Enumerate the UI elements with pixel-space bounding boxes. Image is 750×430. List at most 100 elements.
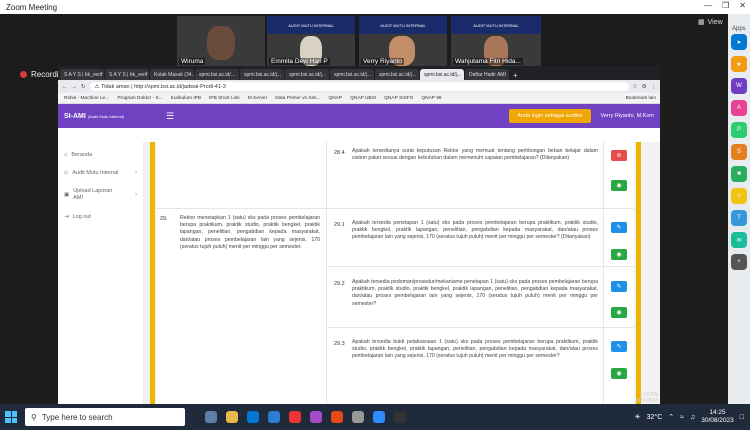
volume-icon[interactable]: ♫	[690, 414, 695, 421]
bookmarks-bar: Robis - Machine Le... Program Doktor - S…	[58, 93, 660, 104]
app-w-icon[interactable]: W	[731, 78, 747, 94]
chrome-icon[interactable]	[331, 411, 343, 423]
extensions-icon[interactable]: ⚙	[642, 84, 647, 90]
bookmark[interactable]: Robis - Machine Le...	[64, 96, 109, 101]
app-icon[interactable]	[352, 411, 364, 423]
browser-tab-active[interactable]: spmi.bsi.ac.id/j...	[420, 69, 464, 80]
sidebar-item-audit[interactable]: ◇ Audit Mutu Internal ›	[58, 164, 143, 182]
browser-tab[interactable]: S A Y S | bk_verif	[60, 69, 104, 80]
video-banner: AUDIT MUTU INTERNAL	[359, 16, 447, 34]
accent-bar-left	[150, 142, 155, 404]
item-text: Apakah tersedia pedoman/prosedur/mekanis…	[352, 279, 598, 307]
mail-icon[interactable]	[247, 411, 259, 423]
hamburger-icon[interactable]: ☰	[166, 111, 174, 122]
bookmark[interactable]: QNAP 98	[421, 96, 441, 101]
view-button-green[interactable]: ◉	[611, 307, 627, 318]
browser-tab[interactable]: spmi.bsi.ac.id/j...	[330, 69, 374, 80]
sidebar-item-upload[interactable]: ▣ Upload Laporan AMI ›	[58, 182, 143, 208]
screen-timestamp: 2:25 PM 8/30/2023	[636, 392, 659, 404]
bookmark[interactable]: QNAP UBSI	[350, 96, 376, 101]
notification-icon[interactable]: □	[740, 414, 744, 421]
apps-title: Apps	[732, 26, 746, 32]
edit-button[interactable]: ✎	[611, 281, 627, 292]
chevron-right-icon: ›	[135, 170, 137, 176]
star-icon[interactable]: ☆	[633, 84, 638, 90]
item-text: Apakah tersedianya surat keputusan Rekto…	[352, 148, 598, 162]
taskbar-apps	[205, 411, 406, 423]
minimize-icon[interactable]: —	[704, 1, 712, 10]
participant-video-3[interactable]: AUDIT MUTU INTERNAL Verry Riyanto	[359, 16, 447, 66]
view-label: View	[707, 18, 723, 26]
temperature[interactable]: 32°C	[647, 414, 663, 421]
browser-tab[interactable]: Daftar Hadir AMI	[465, 69, 509, 80]
browser-tab[interactable]: Kotak Masuk (34...	[150, 69, 194, 80]
bookmark-other[interactable]: Bookmark lain	[626, 96, 656, 101]
bookmark[interactable]: Program Doktor - S...	[117, 96, 162, 101]
browser-tab[interactable]: spmi.bsi.ac.id/j...	[285, 69, 329, 80]
bookmark[interactable]: QNAP SISFO	[384, 96, 413, 101]
sidebar-item-logout[interactable]: ⇥ Log out	[58, 208, 143, 226]
app-rewards-icon[interactable]: ★	[731, 56, 747, 72]
app-slash-icon[interactable]: S	[731, 144, 747, 160]
app-smile-icon[interactable]: ☺	[731, 188, 747, 204]
grid-icon: ▦	[698, 19, 705, 26]
delete-button[interactable]: ⊘	[611, 150, 627, 161]
app-icon[interactable]	[394, 411, 406, 423]
opera-icon[interactable]	[289, 411, 301, 423]
browser-tab[interactable]: spmi.bsi.ac.id/...	[195, 69, 239, 80]
add-app-icon[interactable]: +	[731, 254, 747, 270]
zoom-icon[interactable]	[373, 411, 385, 423]
view-button-green[interactable]: ◉	[611, 368, 627, 379]
bookmark[interactable]: Data Primer vs Sek...	[275, 96, 320, 101]
app-icon[interactable]	[310, 411, 322, 423]
bookmark[interactable]: QNAP	[329, 96, 343, 101]
new-tab-icon[interactable]: +	[513, 71, 518, 80]
app-chat-icon[interactable]: ✉	[731, 232, 747, 248]
app-green-icon[interactable]: ■	[731, 166, 747, 182]
view-button[interactable]: ▦ View	[698, 18, 723, 27]
app-ai-icon[interactable]: A	[731, 100, 747, 116]
windows-start-icon[interactable]	[5, 411, 17, 423]
reload-icon[interactable]: ↻	[81, 84, 86, 90]
edit-button[interactable]: ✎	[611, 341, 627, 352]
url-field[interactable]: ⚠ Tidak aman | http://spmi.bsi.ac.id/jad…	[89, 82, 629, 91]
item-number: 29.1	[334, 222, 345, 228]
app-arrow-icon[interactable]: ➤	[731, 34, 747, 50]
close-icon[interactable]: ✕	[739, 1, 746, 10]
brand-logo[interactable]: SI-AMI (Audit Mutu Internal)	[64, 113, 124, 120]
login-status-button[interactable]: Anda login sebagai auditor	[509, 109, 591, 123]
app-header: SI-AMI (Audit Mutu Internal) ☰ Anda login…	[58, 104, 660, 128]
store-icon[interactable]	[268, 411, 280, 423]
participant-name: Emmita Devi Hari P	[269, 58, 330, 65]
maximize-icon[interactable]: ❐	[722, 1, 729, 10]
participant-video-2[interactable]: AUDIT MUTU INTERNAL Emmita Devi Hari P	[267, 16, 355, 66]
item-text: Apakah tersedia bukti pelaksanaan 1 (sat…	[352, 339, 598, 360]
wifi-icon[interactable]: ≈	[680, 414, 684, 421]
task-view-icon[interactable]	[205, 411, 217, 423]
taskbar-search[interactable]: ⚲ Type here to search	[25, 408, 185, 426]
participant-video-1[interactable]: Wiruma	[177, 16, 265, 66]
video-banner: AUDIT MUTU INTERNAL	[267, 16, 355, 34]
bookmark[interactable]: M Server	[248, 96, 267, 101]
warning-icon: ⚠	[94, 83, 100, 90]
sidebar-item-beranda[interactable]: ⌂ Beranda	[58, 146, 143, 164]
app-twine-icon[interactable]: T	[731, 210, 747, 226]
edit-button[interactable]: ✎	[611, 222, 627, 233]
bookmark[interactable]: IPB Short Link	[209, 96, 240, 101]
taskbar-clock[interactable]: 14:25 30/08/2023	[701, 409, 734, 425]
view-button-green[interactable]: ◉	[611, 180, 627, 191]
app-prezi-icon[interactable]: P	[731, 122, 747, 138]
participant-video-4[interactable]: AUDIT MUTU INTERNAL Wahjutama Fitri Hida…	[451, 16, 541, 66]
user-menu[interactable]: Verry Riyanto, M.Kom	[601, 113, 655, 119]
bookmark[interactable]: Kurikulum IPB	[171, 96, 201, 101]
tray-chevron-icon[interactable]: ⌃	[668, 413, 674, 421]
participant-name: Wiruma	[179, 58, 206, 65]
forward-icon[interactable]: →	[72, 84, 78, 90]
browser-tab[interactable]: spmi.bsi.ac.id/j...	[240, 69, 284, 80]
browser-tab[interactable]: S A Y S | bk_verif	[105, 69, 149, 80]
back-icon[interactable]: ←	[62, 84, 68, 90]
menu-icon[interactable]: ⋮	[651, 84, 657, 90]
file-explorer-icon[interactable]	[226, 411, 238, 423]
browser-tab[interactable]: spmi.bsi.ac.id/j...	[375, 69, 419, 80]
view-button-green[interactable]: ◉	[611, 249, 627, 260]
